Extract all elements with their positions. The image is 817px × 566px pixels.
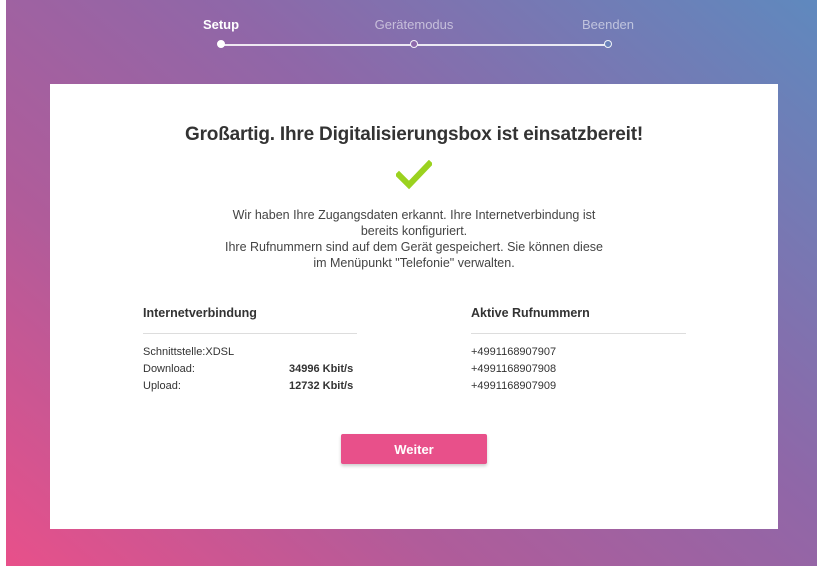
setup-stepper: Setup Gerätemodus Beenden	[0, 0, 817, 60]
numbers-divider	[471, 333, 686, 334]
upload-value: 12732 Kbit/s	[289, 380, 354, 392]
message-line: Ihre Rufnummern sind auf dem Gerät gespe…	[225, 240, 603, 254]
internet-heading: Internetverbindung	[143, 306, 257, 320]
page-title: Großartig. Ihre Digitalisierungsbox ist …	[185, 124, 643, 145]
phone-number-item: +4991168907908	[471, 363, 557, 375]
weiter-button[interactable]: Weiter	[341, 434, 487, 464]
step-beenden-dot	[604, 40, 612, 48]
internet-divider	[143, 333, 357, 334]
upload-label: Upload:	[143, 380, 181, 392]
interface-row: Schnittstelle:XDSL	[143, 346, 234, 358]
step-geraetemodus-label: Gerätemodus	[374, 17, 454, 32]
message-line: im Menüpunkt "Telefonie" verwalten.	[313, 256, 515, 270]
step-setup-label: Setup	[202, 17, 240, 32]
upload-row: Upload: 12732 Kbit/s	[143, 380, 357, 392]
step-geraetemodus-dot	[410, 40, 418, 48]
numbers-heading: Aktive Rufnummern	[471, 306, 590, 320]
download-row: Download: 34996 Kbit/s	[143, 363, 357, 375]
setup-complete-card: Großartig. Ihre Digitalisierungsbox ist …	[50, 84, 778, 529]
checkmark-icon	[396, 160, 432, 190]
message-line: bereits konfiguriert.	[360, 224, 468, 238]
download-label: Download:	[143, 363, 195, 375]
phone-number-item: +4991168907909	[471, 380, 557, 392]
status-message: Wir haben Ihre Zugangsdaten erkannt. Ihr…	[200, 207, 628, 271]
phone-number-item: +4991168907907	[471, 346, 557, 358]
step-beenden-label: Beenden	[581, 17, 635, 32]
download-value: 34996 Kbit/s	[289, 363, 354, 375]
interface-label: Schnittstelle:XDSL	[143, 346, 235, 358]
message-line: Wir haben Ihre Zugangsdaten erkannt. Ihr…	[232, 208, 596, 222]
step-setup-dot	[217, 40, 225, 48]
